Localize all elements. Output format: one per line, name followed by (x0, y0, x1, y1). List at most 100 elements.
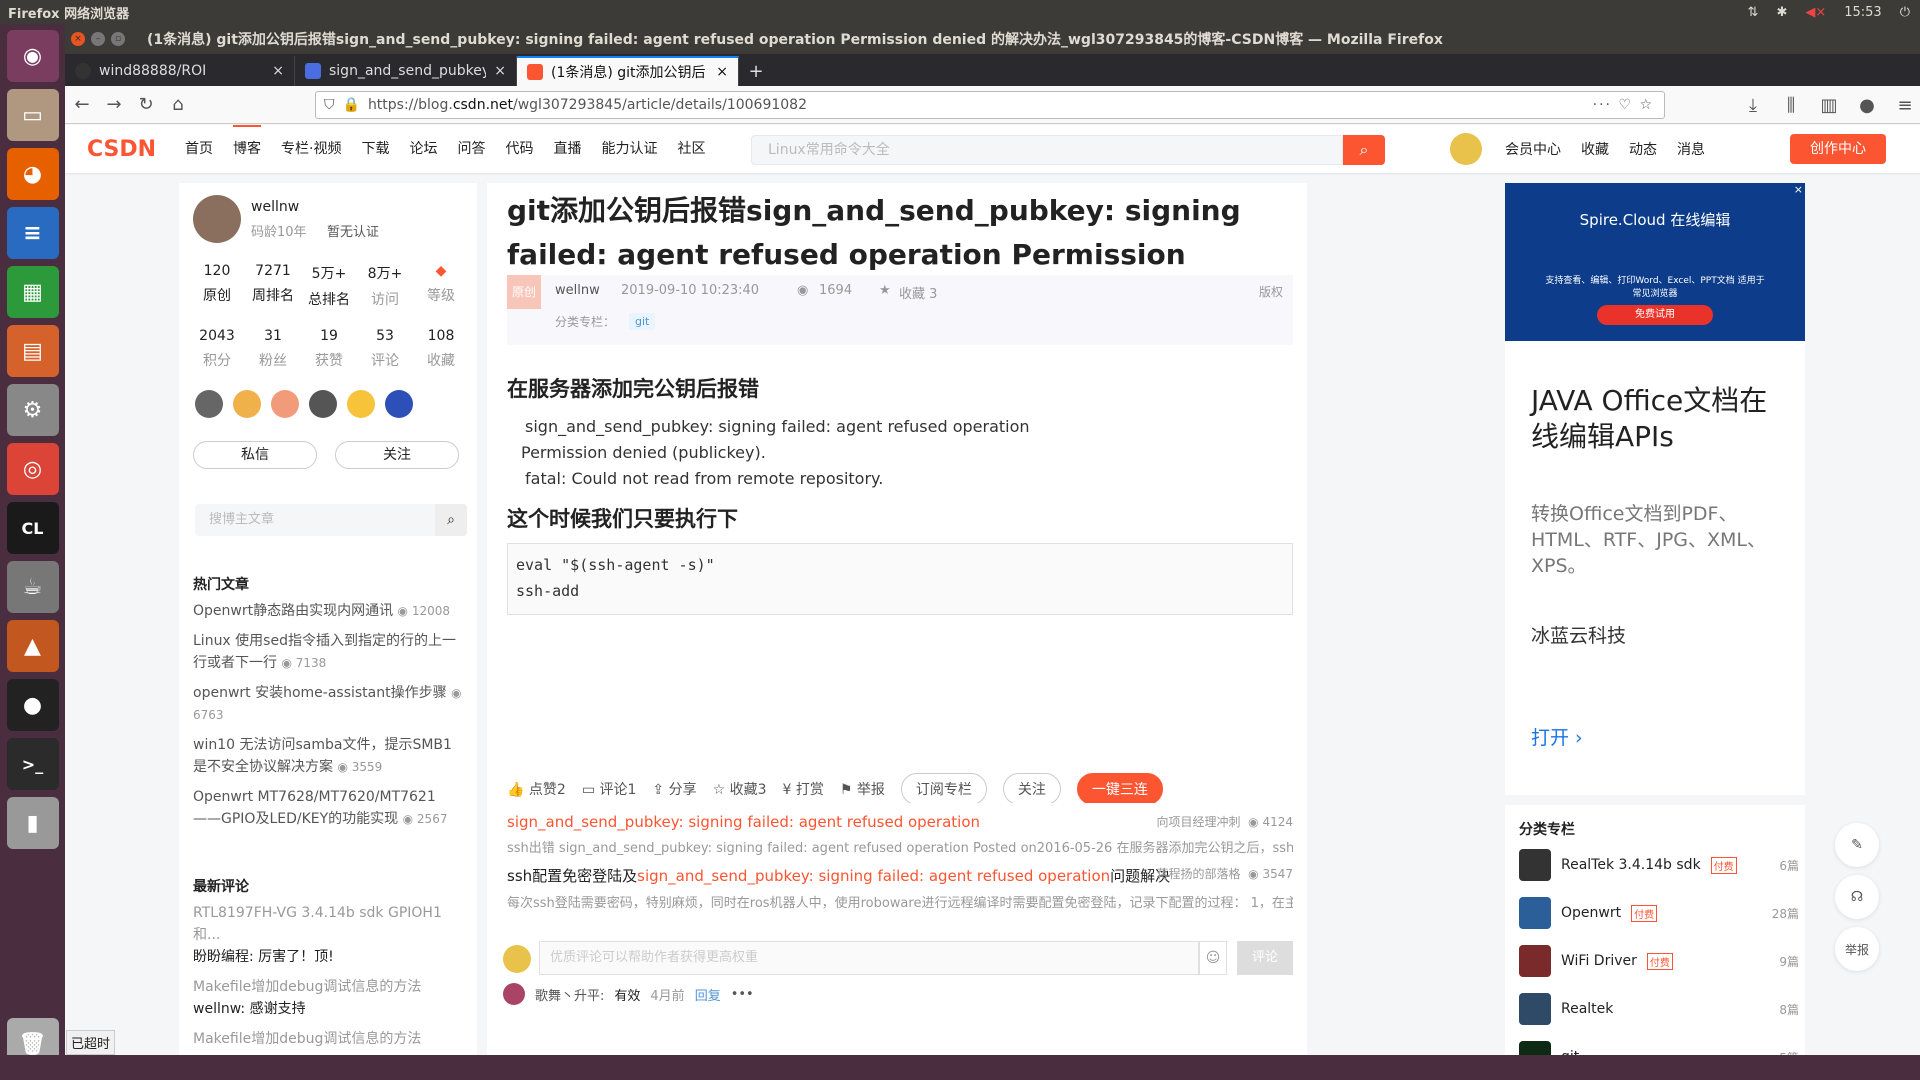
badge-github-icon[interactable] (195, 390, 223, 418)
report-float-button[interactable]: 举报 (1835, 927, 1879, 971)
support-float-icon[interactable]: ☊ (1835, 875, 1879, 919)
author-search-input[interactable]: 搜博主文章 (195, 504, 435, 536)
close-tab-icon[interactable]: × (272, 63, 284, 79)
author-search-button[interactable]: ⌕ (435, 504, 467, 536)
clock[interactable]: 15:53 (1844, 5, 1881, 20)
csdn-logo[interactable]: CSDN (87, 137, 156, 162)
user-avatar[interactable] (1450, 133, 1482, 165)
category-item[interactable]: WiFi Driver 付费 9篇 (1519, 945, 1799, 977)
ad-cta-button[interactable]: 免费试用 (1597, 305, 1713, 325)
usb-drive-icon[interactable]: ▮ (6, 797, 59, 849)
stat-total-rank[interactable]: 5万+ 总排名 (301, 263, 357, 309)
favorite-button[interactable]: ☆ 收藏3 (713, 779, 767, 799)
list-item[interactable]: openwrt 安装home-assistant操作步骤 ◉ 6763 (193, 682, 463, 726)
sidebar-icon[interactable]: ▥ (1814, 90, 1844, 120)
home-icon[interactable]: ⌂ (163, 90, 193, 120)
edit-float-icon[interactable]: ✎ (1835, 823, 1879, 867)
list-item[interactable]: win10 无法访问samba文件，提示SMB1是不安全协议解决方案 ◉ 355… (193, 734, 463, 778)
nav-forum[interactable]: 论坛 (409, 125, 437, 173)
like-button[interactable]: 👍 点赞2 (507, 779, 566, 799)
matlab-icon[interactable]: ▲ (6, 620, 59, 672)
maximize-window-icon[interactable]: ▫ (111, 32, 125, 46)
badge-rocket-icon[interactable] (385, 390, 413, 418)
badge-350-icon[interactable] (233, 390, 261, 418)
minimize-window-icon[interactable]: – (91, 32, 105, 46)
files-icon[interactable]: ▭ (6, 89, 59, 141)
ad-open-link[interactable]: 打开 › (1531, 723, 1583, 750)
submit-comment-button[interactable]: 评论 (1237, 941, 1293, 975)
tab-roi[interactable]: wind88888/ROI × (65, 56, 295, 86)
category-item[interactable]: Openwrt 付费 28篇 (1519, 897, 1799, 929)
clion-icon[interactable]: CL (6, 502, 59, 554)
category-item[interactable]: RealTek 3.4.14b sdk 付费 6篇 (1519, 849, 1799, 881)
menu-icon[interactable]: ≡ (1890, 90, 1920, 120)
impress-icon[interactable]: ▤ (6, 325, 59, 377)
nav-download[interactable]: 下载 (361, 125, 389, 173)
column-tag[interactable]: git (629, 313, 656, 330)
tab-current[interactable]: (1条消息) git添加公钥后 × (517, 56, 739, 86)
settings-icon[interactable]: ⚙ (6, 384, 59, 436)
category-item[interactable]: git5篇 (1519, 1041, 1799, 1055)
ubuntu-dash-icon[interactable]: ◉ (6, 30, 59, 82)
library-icon[interactable]: ⫼ (1776, 90, 1806, 120)
power-icon[interactable]: ⏻ (1900, 5, 1910, 20)
nav-live[interactable]: 直播 (553, 125, 581, 173)
comment-article-link[interactable]: Makefile增加debug调试信息的方法 (193, 1028, 463, 1050)
stat-original[interactable]: 120 原创 (189, 263, 245, 305)
volume-icon[interactable]: ◀× (1805, 5, 1826, 20)
triple-action-button[interactable]: 一键三连 (1076, 773, 1163, 805)
share-button[interactable]: ⇪ 分享 (652, 779, 696, 799)
site-search-input[interactable]: Linux常用命令大全 (751, 135, 1343, 165)
badge-hex-icon[interactable] (309, 390, 337, 418)
stat-week-rank[interactable]: 7271 周排名 (245, 263, 301, 305)
ad-banner[interactable]: Spire.Cloud 在线编辑 支持查看、编辑、打印Word、Excel、PP… (1505, 183, 1805, 341)
article-author[interactable]: wellnw (555, 283, 600, 298)
list-item[interactable]: Linux 使用sed指令插入到指定的行的上一行或者下一行 ◉ 7138 (193, 630, 463, 674)
create-center-button[interactable]: 创作中心 (1790, 134, 1886, 164)
article-fav[interactable]: 收藏 3 (899, 283, 937, 302)
badge-flower-icon[interactable] (271, 390, 299, 418)
nav-column[interactable]: 专栏·视频 (281, 125, 341, 173)
bluetooth-icon[interactable]: ✱ (1776, 5, 1787, 20)
nav-blog[interactable]: 博客 (233, 125, 261, 173)
activity-link[interactable]: 动态 (1629, 139, 1657, 159)
url-bar[interactable]: ⛉ 🔒 https://blog. csdn.net/wgl307293845/a… (315, 91, 1665, 119)
comment-input[interactable]: 优质评论可以帮助作者获得更高权重 (539, 941, 1199, 975)
firefox-icon[interactable]: ◕ (6, 148, 59, 200)
comment-user[interactable]: 歌舞丶升平: (535, 985, 604, 1004)
related-item[interactable]: ssh配置免密登陆及sign_and_send_pubkey: signing … (507, 865, 1293, 911)
nav-code[interactable]: 代码 (505, 125, 533, 173)
comment-article-link[interactable]: Makefile增加debug调试信息的方法 (193, 976, 463, 998)
close-window-icon[interactable]: × (71, 32, 85, 46)
code-block[interactable]: eval "$(ssh-agent -s)" ssh-add (507, 543, 1293, 615)
nav-home[interactable]: 首页 (185, 125, 213, 173)
stat-level[interactable]: ◆ 等级 (413, 263, 469, 305)
extension-icon[interactable]: ● (1852, 90, 1882, 120)
qq-icon[interactable]: ● (6, 679, 59, 731)
stat-fans[interactable]: 31 粉丝 (245, 328, 301, 370)
more-icon[interactable]: ••• (731, 987, 754, 1002)
reward-button[interactable]: ¥ 打赏 (783, 779, 824, 799)
close-ad-icon[interactable]: × (1794, 183, 1803, 196)
nav-qa[interactable]: 问答 (457, 125, 485, 173)
follow-button[interactable]: 关注 (1002, 773, 1061, 805)
new-tab-icon[interactable]: + (741, 56, 771, 86)
back-icon[interactable]: ← (67, 90, 97, 120)
close-tab-icon[interactable]: × (494, 63, 506, 79)
subscribe-column-button[interactable]: 订阅专栏 (900, 773, 987, 805)
download-icon[interactable]: ⤓ (1738, 90, 1768, 120)
tab-pubkey[interactable]: sign_and_send_pubkey × (295, 56, 517, 86)
author-avatar[interactable] (193, 195, 241, 243)
comment-article-link[interactable]: RTL8197FH-VG 3.4.14b sdk GPIOH1和... (193, 902, 463, 946)
favorites-link[interactable]: 收藏 (1581, 139, 1609, 159)
vip-center-link[interactable]: 会员中心 (1505, 139, 1561, 159)
java-icon[interactable]: ☕ (6, 561, 59, 613)
list-item[interactable]: Openwrt静态路由实现内网通讯 ◉ 12008 (193, 600, 463, 622)
badge-pen-icon[interactable] (347, 390, 375, 418)
calc-icon[interactable]: ▦ (6, 266, 59, 318)
chrome-icon[interactable]: ◎ (6, 443, 59, 495)
forward-icon[interactable]: → (99, 90, 129, 120)
page-actions-icon[interactable]: ··· ♡ ☆ (1593, 97, 1654, 113)
reply-link[interactable]: 回复 (695, 985, 721, 1004)
site-search-button[interactable]: ⌕ (1343, 135, 1385, 165)
